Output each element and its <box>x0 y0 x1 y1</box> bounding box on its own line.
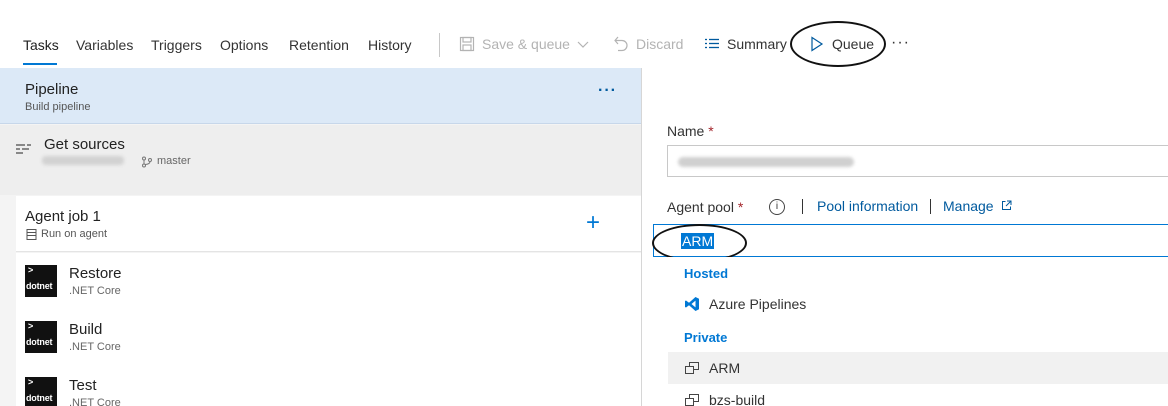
pipeline-name-input[interactable] <box>667 145 1168 177</box>
link-divider <box>802 199 803 214</box>
agent-job-item[interactable]: Agent job 1 Run on agent + <box>16 196 641 252</box>
tab-triggers[interactable]: Triggers <box>151 37 202 53</box>
task-subtitle: .NET Core <box>69 285 121 297</box>
pipeline-details-panel: Name * Agent pool * i Pool information M… <box>643 68 1168 406</box>
dotnet-logo-text: dotnet <box>26 281 53 291</box>
name-label-text: Name <box>667 123 705 139</box>
dotnet-logo-text: dotnet <box>26 393 53 403</box>
task-title: Test <box>69 377 97 394</box>
dotnet-logo-prompt: > <box>28 265 34 275</box>
redacted-repository-name <box>42 156 124 165</box>
name-label: Name * <box>667 123 714 139</box>
dropdown-option-label: ARM <box>709 360 741 376</box>
task-item-build[interactable]: > dotnet Build .NET Core <box>16 309 641 365</box>
dropdown-option-label: bzs-build <box>709 392 766 406</box>
dropdown-option-bzs-build[interactable]: bzs-build <box>668 384 1168 406</box>
dropdown-group-hosted: Hosted <box>684 266 729 281</box>
dropdown-group-private: Private <box>684 330 728 345</box>
task-title: Build <box>69 321 103 338</box>
task-item-test[interactable]: > dotnet Test .NET Core <box>16 365 641 406</box>
toolbar-divider <box>439 33 440 57</box>
pipeline-title: Pipeline <box>25 81 79 98</box>
dotnet-logo-prompt: > <box>28 377 34 387</box>
get-sources-title: Get sources <box>44 136 125 153</box>
branch-icon <box>142 156 152 168</box>
queue-annotation-circle <box>790 21 886 67</box>
agent-pool-label: Agent pool * <box>667 199 743 215</box>
active-tab-indicator <box>23 63 57 65</box>
required-mark: * <box>737 199 744 215</box>
more-actions-button[interactable]: ··· <box>891 34 910 52</box>
tab-history[interactable]: History <box>368 37 412 53</box>
tab-variables[interactable]: Variables <box>76 37 133 53</box>
dotnet-icon: > dotnet <box>25 265 57 297</box>
task-subtitle: .NET Core <box>69 397 121 406</box>
info-icon[interactable]: i <box>769 199 785 215</box>
discard-label: Discard <box>636 36 684 52</box>
dropdown-option-arm[interactable]: ARM <box>668 352 1168 384</box>
pipeline-item[interactable]: Pipeline Build pipeline ··· <box>0 68 641 124</box>
branch-name: master <box>157 155 191 167</box>
get-sources-item[interactable]: Get sources master <box>0 125 641 195</box>
pool-information-link[interactable]: Pool information <box>817 198 918 214</box>
discard-button[interactable]: Discard <box>613 36 683 52</box>
tab-options[interactable]: Options <box>220 37 268 53</box>
link-divider <box>930 199 931 214</box>
dotnet-logo-prompt: > <box>28 321 34 331</box>
save-and-queue-label: Save & queue <box>482 36 570 52</box>
pipeline-tasks-panel: Pipeline Build pipeline ··· Get sources … <box>0 68 642 406</box>
pipeline-subtitle: Build pipeline <box>25 101 91 113</box>
manage-link-text: Manage <box>943 198 994 214</box>
source-icon <box>16 144 31 154</box>
agent-pool-icon <box>685 362 699 374</box>
chevron-down-icon <box>577 41 589 48</box>
dotnet-logo-text: dotnet <box>26 337 53 347</box>
dotnet-icon: > dotnet <box>25 321 57 353</box>
task-subtitle: .NET Core <box>69 341 121 353</box>
external-link-icon <box>1002 200 1012 210</box>
dotnet-icon: > dotnet <box>25 377 57 406</box>
agent-job-subtitle: Run on agent <box>41 228 108 240</box>
agent-pool-icon <box>685 394 699 406</box>
manage-link[interactable]: Manage <box>943 198 1012 214</box>
pipeline-more-button[interactable]: ··· <box>598 82 617 100</box>
azure-pipelines-icon <box>685 297 699 311</box>
redacted-pipeline-name <box>678 157 854 167</box>
summary-button[interactable]: Summary <box>704 36 787 52</box>
tab-retention[interactable]: Retention <box>289 37 349 53</box>
list-icon <box>705 38 719 49</box>
agent-job-title: Agent job 1 <box>25 208 101 225</box>
server-icon <box>26 229 37 240</box>
undo-icon <box>614 36 628 52</box>
agent-pool-label-text: Agent pool <box>667 199 734 215</box>
summary-label: Summary <box>727 36 787 52</box>
agent-pool-dropdown: Hosted Azure Pipelines Private ARM bzs-b… <box>668 257 1168 406</box>
save-and-queue-button[interactable]: Save & queue <box>459 36 589 52</box>
task-item-restore[interactable]: > dotnet Restore .NET Core <box>16 253 641 309</box>
dropdown-option-label: Azure Pipelines <box>709 296 807 312</box>
add-task-button[interactable]: + <box>586 209 600 237</box>
toolbar: Tasks Variables Triggers Options Retenti… <box>0 0 1168 68</box>
tab-tasks[interactable]: Tasks <box>23 37 59 53</box>
save-icon <box>459 36 475 52</box>
task-title: Restore <box>69 265 122 282</box>
dropdown-option-azure-pipelines[interactable]: Azure Pipelines <box>668 288 1168 320</box>
required-mark: * <box>708 123 714 139</box>
